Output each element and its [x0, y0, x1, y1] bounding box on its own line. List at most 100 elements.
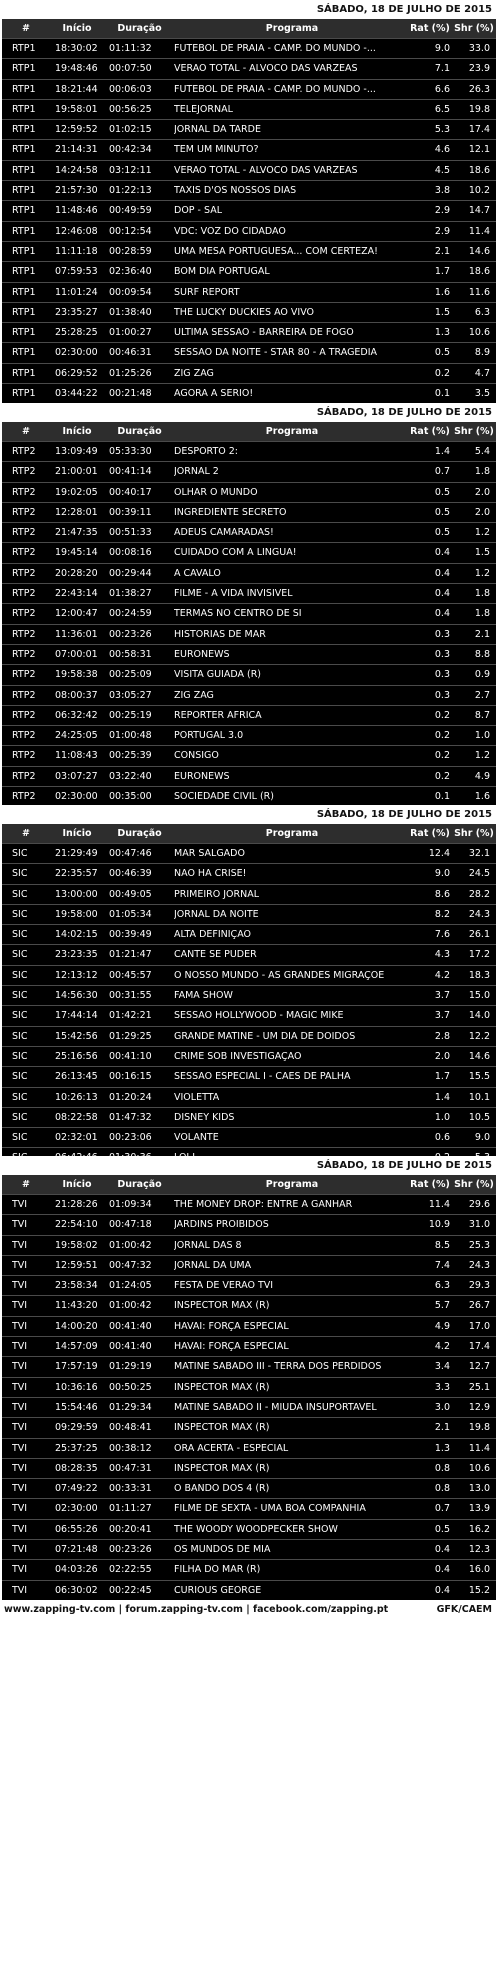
table-header-row: # Início Duração Programa Rat (%) Shr (%)	[2, 1175, 496, 1194]
program-cell: ZIG ZAG	[174, 689, 214, 701]
program-cell: FUTEBOL DE PRAIA - CAMP. DO MUNDO -...	[174, 43, 376, 54]
program-cell: CURIOUS GEORGE	[174, 1584, 262, 1596]
table-row: SIC 02:32:01 00:23:06 VOLANTE 0.6 9.0	[2, 1127, 496, 1147]
start-time-cell: 02:30:00	[55, 1503, 98, 1515]
duration-cell: 00:47:31	[109, 1462, 152, 1474]
duration-cell: 01:20:24	[109, 1091, 152, 1103]
rating-cell: 0.5	[434, 527, 450, 539]
share-cell: 19.8	[468, 103, 490, 115]
duration-cell: 01:00:48	[109, 730, 152, 742]
program-cell: JARDINS PROIBIDOS	[174, 1219, 269, 1231]
start-time-cell: 15:54:46	[55, 1401, 98, 1413]
share-cell: 3.5	[474, 388, 490, 400]
channel-cell: RTP1	[12, 347, 36, 359]
share-cell: 1.8	[474, 588, 490, 600]
rating-cell: 4.2	[434, 969, 450, 981]
rating-cell: 0.8	[434, 1462, 450, 1474]
channel-cell: RTP2	[12, 689, 36, 701]
program-cell: DOP - SAL	[174, 205, 222, 217]
duration-cell: 01:38:40	[109, 306, 152, 318]
program-cell: ZIG ZAG	[174, 367, 214, 379]
duration-cell: 00:40:17	[109, 486, 152, 498]
channel-cell: RTP1	[12, 286, 36, 298]
program-cell: REPORTER AFRICA	[174, 709, 262, 721]
start-time-cell: 12:59:51	[55, 1259, 98, 1271]
channel-cell: RTP2	[12, 648, 36, 660]
share-cell: 11.4	[468, 225, 490, 237]
rating-cell: 0.3	[434, 689, 450, 701]
share-cell: 13.9	[468, 1503, 490, 1515]
channel-cell: TVI	[12, 1422, 28, 1434]
start-time-cell: 14:57:09	[55, 1341, 98, 1353]
table-row: RTP1 12:46:08 00:12:54 VDC: VOZ DO CIDADAO 2…	[2, 220, 496, 241]
channel-cell: TVI	[12, 1584, 28, 1596]
col-header-channel: #	[22, 1179, 30, 1190]
channel-cell: RTP1	[12, 103, 36, 115]
channel-cell: RTP1	[12, 185, 36, 197]
channel-cell: RTP1	[12, 388, 36, 400]
rating-cell: 5.7	[434, 1300, 450, 1312]
duration-cell: 03:12:11	[109, 164, 152, 176]
channel-cell: RTP1	[12, 266, 36, 278]
rating-cell: 3.3	[434, 1381, 450, 1393]
duration-cell: 01:22:13	[109, 185, 152, 197]
table-row: TVI 07:21:48 00:23:26 OS MUNDOS DE MIA 0.4 12…	[2, 1539, 496, 1559]
table-row: SIC 17:44:14 01:42:21 SESSAO HOLLYWOOD - MA…	[2, 1005, 496, 1025]
channel-cell: RTP2	[12, 750, 36, 762]
table-row: RTP1 02:30:00 00:46:31 SESSAO DA NOITE - ST…	[2, 342, 496, 362]
duration-cell: 00:21:48	[109, 388, 152, 400]
table-row: TVI 25:37:25 00:38:12 ORA ACERTA - ESPECIAL…	[2, 1437, 496, 1458]
share-cell: 2.1	[474, 628, 490, 640]
share-cell: 28.2	[468, 888, 490, 900]
duration-cell: 00:31:55	[109, 990, 152, 1002]
start-time-cell: 10:26:13	[55, 1091, 98, 1103]
program-cell: SESSAO HOLLYWOOD - MAGIC MIKE	[174, 1010, 344, 1022]
duration-cell: 01:11:27	[109, 1503, 152, 1515]
start-time-cell: 03:44:22	[55, 388, 98, 400]
duration-cell: 00:20:41	[109, 1523, 152, 1535]
share-cell: 17.4	[468, 1341, 490, 1353]
share-cell: 17.2	[468, 949, 490, 961]
start-time-cell: 06:32:42	[55, 709, 98, 721]
start-time-cell: 09:29:59	[55, 1422, 98, 1434]
share-cell: 18.6	[468, 164, 490, 176]
start-time-cell: 25:16:56	[55, 1050, 98, 1062]
channel-cell: TVI	[12, 1320, 28, 1332]
share-cell: 14.0	[468, 1010, 490, 1022]
table-row: TVI 10:36:16 00:50:25 INSPECTOR MAX (R) 3.3 2…	[2, 1376, 496, 1397]
rating-cell: 4.9	[434, 1320, 450, 1332]
share-cell: 12.7	[468, 1361, 490, 1373]
program-cell: SESSAO ESPECIAL I - CAES DE PALHA	[174, 1071, 351, 1083]
table-row: TVI 19:58:02 01:00:42 JORNAL DAS 8 8.5 25.3	[2, 1234, 496, 1255]
duration-cell: 00:28:59	[109, 245, 152, 257]
rating-cell: 1.4	[434, 1091, 450, 1103]
rating-cell: 0.7	[434, 466, 450, 478]
table-row: RTP2 24:25:05 01:00:48 PORTUGAL 3.0 0.2 1.0	[2, 725, 496, 745]
rating-cell: 12.4	[428, 848, 450, 859]
duration-cell: 01:00:42	[109, 1239, 152, 1251]
start-time-cell: 21:28:26	[55, 1199, 98, 1210]
program-cell: THE MONEY DROP: ENTRE A GANHAR	[174, 1199, 353, 1210]
rating-cell: 0.5	[434, 1523, 450, 1535]
col-header-start: Início	[62, 426, 92, 437]
duration-cell: 00:47:18	[109, 1219, 152, 1231]
start-time-cell: 17:44:14	[55, 1010, 98, 1022]
duration-cell: 01:00:27	[109, 327, 152, 339]
share-cell: 14.6	[468, 245, 490, 257]
share-cell: 1.5	[474, 547, 490, 559]
share-cell: 15.0	[468, 990, 490, 1002]
rating-cell: 1.6	[434, 286, 450, 298]
channel-cell: TVI	[12, 1462, 28, 1474]
duration-cell: 00:06:03	[109, 83, 152, 95]
start-time-cell: 26:13:45	[55, 1071, 98, 1083]
program-cell: TERMAS NO CENTRO DE SI	[174, 608, 302, 620]
duration-cell: 01:09:34	[109, 1199, 152, 1210]
col-header-rating: Rat (%)	[410, 1179, 450, 1190]
start-time-cell: 13:00:00	[55, 888, 98, 900]
duration-cell: 01:24:05	[109, 1280, 152, 1292]
duration-cell: 00:07:50	[109, 63, 152, 75]
rating-cell: 0.2	[434, 367, 450, 379]
start-time-cell: 21:47:35	[55, 527, 98, 539]
table-row: TVI 09:29:59 00:48:41 INSPECTOR MAX (R) 2.1 1…	[2, 1417, 496, 1437]
table-row: TVI 07:49:22 00:33:31 O BANDO DOS 4 (R) 0.8 1…	[2, 1478, 496, 1498]
